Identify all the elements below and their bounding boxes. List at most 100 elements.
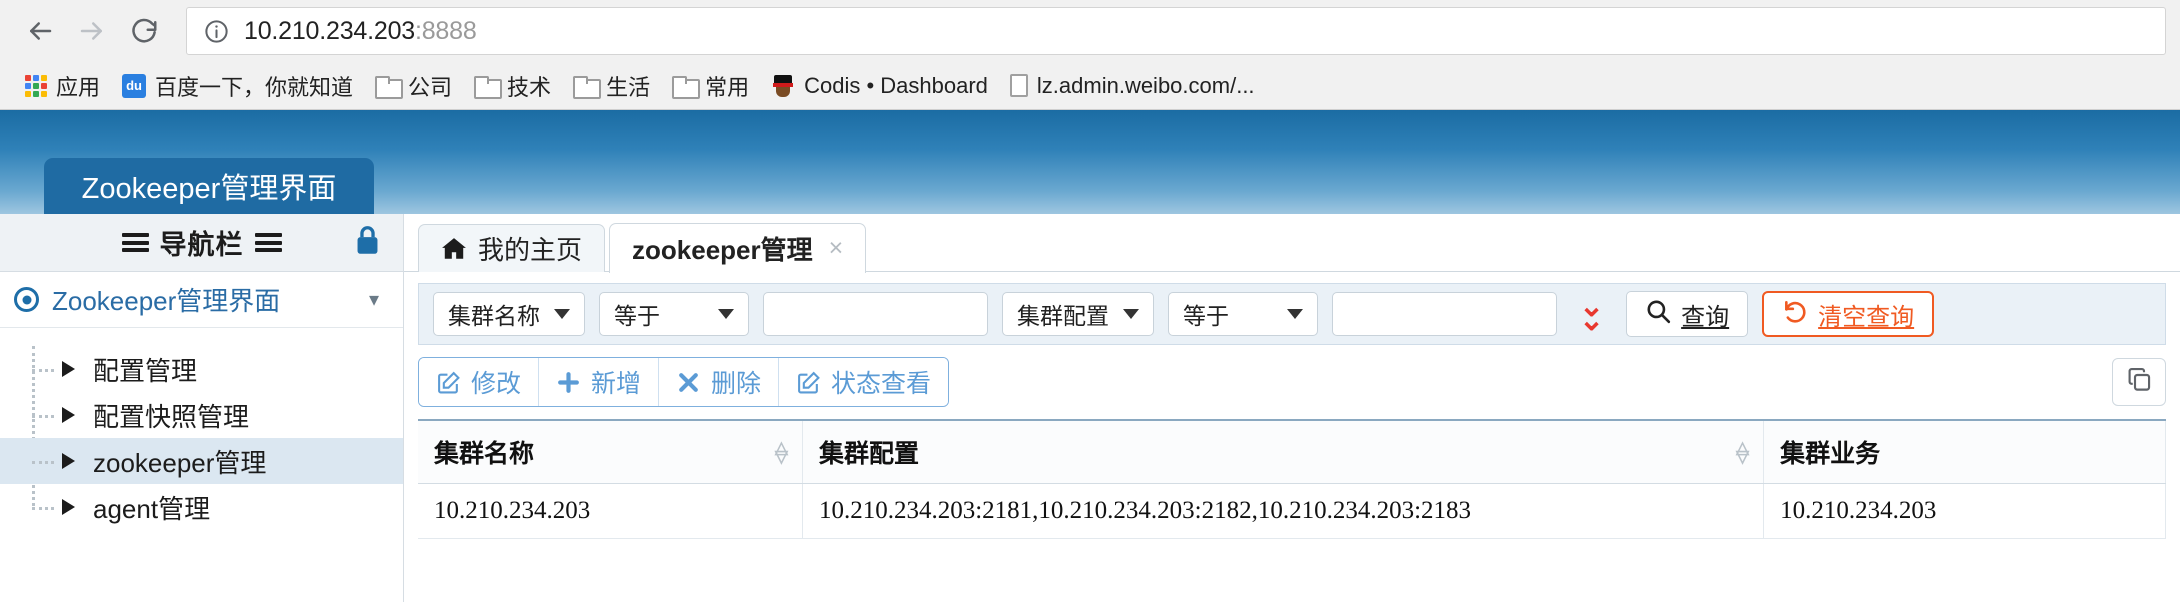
- info-circle-icon[interactable]: [203, 18, 230, 45]
- bookmark-label: 技术: [507, 74, 552, 100]
- delete-button[interactable]: 删除: [659, 358, 780, 406]
- forward-button[interactable]: [66, 5, 118, 57]
- tab-label: zookeeper管理: [632, 235, 813, 265]
- sidebar-item-zookeeper-root[interactable]: Zookeeper管理界面 ▾: [0, 272, 403, 328]
- plus-icon: [556, 370, 581, 395]
- double-chevron-down-icon[interactable]: ⌄ ⌄: [1579, 292, 1604, 336]
- back-button[interactable]: [14, 5, 66, 57]
- hamburger-left-icon[interactable]: [121, 233, 149, 252]
- baidu-icon: du: [122, 73, 147, 98]
- app-header-tab-label: Zookeeper管理界面: [81, 173, 337, 205]
- app-body: 导航栏 Zookeeper管理界面 ▾ 配置管理 配置快照管理 zookeepe…: [0, 214, 2180, 602]
- app-header-banner: Zookeeper管理界面: [0, 110, 2180, 214]
- bookmark-label: 公司: [408, 74, 453, 100]
- tree-stub: [32, 507, 54, 510]
- chevron-right-icon[interactable]: [62, 361, 75, 377]
- chevron-down-icon[interactable]: ▾: [369, 287, 379, 312]
- filter-field-2-label: 集群配置: [1017, 303, 1109, 329]
- copy-icon: [2126, 366, 2153, 398]
- content-tabstrip: 我的主页 zookeeper管理 ×: [404, 214, 2180, 273]
- filter-value-1-input[interactable]: [763, 292, 988, 336]
- sidebar-item-label: zookeeper管理: [93, 447, 267, 478]
- sidebar-item-agent-management[interactable]: agent管理: [0, 484, 403, 530]
- filter-field-1-select[interactable]: 集群名称: [433, 292, 585, 336]
- url-host: 10.210.234.203: [244, 16, 415, 45]
- bookmark-lz-admin[interactable]: lz.admin.weibo.com/...: [999, 68, 1266, 104]
- tree-stub: [32, 461, 54, 464]
- browser-chrome: 10.210.234.203:8888 应用 du 百度一下，你就知道 公司 技…: [0, 0, 2180, 110]
- column-header-cluster-business[interactable]: 集群业务: [1763, 419, 2166, 484]
- search-icon: [1645, 298, 1671, 331]
- address-bar[interactable]: 10.210.234.203:8888: [186, 7, 2166, 55]
- table-row[interactable]: 10.210.234.203 10.210.234.203:2181,10.21…: [418, 483, 2166, 539]
- query-button[interactable]: 查询: [1626, 291, 1749, 337]
- sort-arrows-icon[interactable]: △ ▽: [775, 439, 788, 465]
- url-port: :8888: [414, 16, 477, 45]
- lock-icon[interactable]: [354, 225, 381, 261]
- sidebar-item-config-management[interactable]: 配置管理: [0, 346, 403, 392]
- column-header-label: 集群名称: [434, 441, 535, 468]
- content-area: 我的主页 zookeeper管理 × 集群名称 等于 集群配置 等于 ⌄ ⌄ 查…: [404, 214, 2180, 602]
- filter-operator-2-label: 等于: [1183, 303, 1229, 329]
- sidebar-item-config-snapshot-management[interactable]: 配置快照管理: [0, 392, 403, 438]
- bookmark-label: Codis • Dashboard: [804, 72, 988, 98]
- chevron-down-icon: [1123, 309, 1139, 319]
- status-view-button[interactable]: 状态查看: [779, 358, 949, 406]
- tab-label: 我的主页: [478, 235, 583, 265]
- filter-value-2-input[interactable]: [1332, 292, 1557, 336]
- folder-icon: [672, 76, 701, 99]
- bookmark-folder-company[interactable]: 公司: [364, 68, 463, 104]
- panel-wrapper: 集群名称 等于 集群配置 等于 ⌄ ⌄ 查询 清空查询 修改 新增 删除 状态查…: [404, 272, 2180, 602]
- chevron-down-icon: [1287, 309, 1303, 319]
- bookmark-baidu[interactable]: du 百度一下，你就知道: [111, 68, 364, 104]
- reload-icon: [129, 16, 159, 46]
- chevron-right-icon[interactable]: [62, 499, 75, 515]
- tab-my-homepage[interactable]: 我的主页: [418, 224, 606, 272]
- chevron-right-icon[interactable]: [62, 407, 75, 423]
- column-header-cluster-name[interactable]: 集群名称 △ ▽: [418, 419, 803, 484]
- home-icon: [441, 237, 467, 261]
- column-header-label: 集群业务: [1780, 441, 1881, 468]
- tab-zookeeper-management[interactable]: zookeeper管理 ×: [609, 223, 867, 273]
- bookmark-codis-dashboard[interactable]: Codis • Dashboard: [760, 68, 999, 104]
- table-body: 10.210.234.203 10.210.234.203:2181,10.21…: [418, 483, 2166, 539]
- hamburger-right-icon[interactable]: [254, 233, 282, 252]
- zookeeper-table: 集群名称 △ ▽ 集群配置 △ ▽ 集群业务 10.210.234.203 10…: [418, 419, 2166, 539]
- reload-button[interactable]: [118, 5, 170, 57]
- page-icon: [1009, 74, 1028, 97]
- action-toolbar: 修改 新增 删除 状态查看: [418, 357, 2166, 407]
- filter-operator-2-select[interactable]: 等于: [1168, 292, 1318, 336]
- bookmark-folder-tech[interactable]: 技术: [463, 68, 562, 104]
- copy-button[interactable]: [2112, 358, 2166, 406]
- bookmark-label: 生活: [606, 74, 651, 100]
- close-icon[interactable]: ×: [829, 236, 844, 261]
- table-header-row: 集群名称 △ ▽ 集群配置 △ ▽ 集群业务: [418, 419, 2166, 484]
- filter-field-2-select[interactable]: 集群配置: [1002, 292, 1154, 336]
- sidebar-item-zookeeper-management[interactable]: zookeeper管理: [0, 438, 403, 484]
- sort-desc-icon: ▽: [1735, 447, 1750, 466]
- folder-icon: [375, 76, 404, 99]
- folder-icon: [474, 76, 503, 99]
- bookmark-apps[interactable]: 应用: [14, 68, 111, 104]
- action-label: 删除: [711, 370, 762, 398]
- filter-operator-1-select[interactable]: 等于: [599, 292, 749, 336]
- app-header-tab[interactable]: Zookeeper管理界面: [44, 158, 374, 214]
- cell-cluster-name: 10.210.234.203: [418, 483, 803, 539]
- filter-operator-1-label: 等于: [614, 303, 660, 329]
- column-header-cluster-config[interactable]: 集群配置 △ ▽: [802, 419, 1765, 484]
- chevron-right-icon[interactable]: [62, 453, 75, 469]
- clear-query-button-label: 清空查询: [1818, 303, 1915, 331]
- bookmark-folder-common[interactable]: 常用: [661, 68, 760, 104]
- action-button-group: 修改 新增 删除 状态查看: [418, 357, 950, 407]
- edit-button[interactable]: 修改: [419, 358, 540, 406]
- bookmark-folder-life[interactable]: 生活: [562, 68, 661, 104]
- column-header-label: 集群配置: [818, 441, 919, 468]
- apps-grid-icon: [25, 74, 47, 97]
- sort-arrows-icon[interactable]: △ ▽: [1735, 439, 1750, 466]
- cross-icon: [676, 370, 701, 395]
- add-button[interactable]: 新增: [539, 358, 660, 406]
- clear-query-button[interactable]: 清空查询: [1762, 291, 1935, 337]
- zookeeper-panel: 集群名称 等于 集群配置 等于 ⌄ ⌄ 查询 清空查询 修改 新增 删除 状态查…: [404, 283, 2180, 539]
- sidebar-root-label: Zookeeper管理界面: [52, 286, 281, 316]
- sidebar-header: 导航栏: [0, 214, 403, 272]
